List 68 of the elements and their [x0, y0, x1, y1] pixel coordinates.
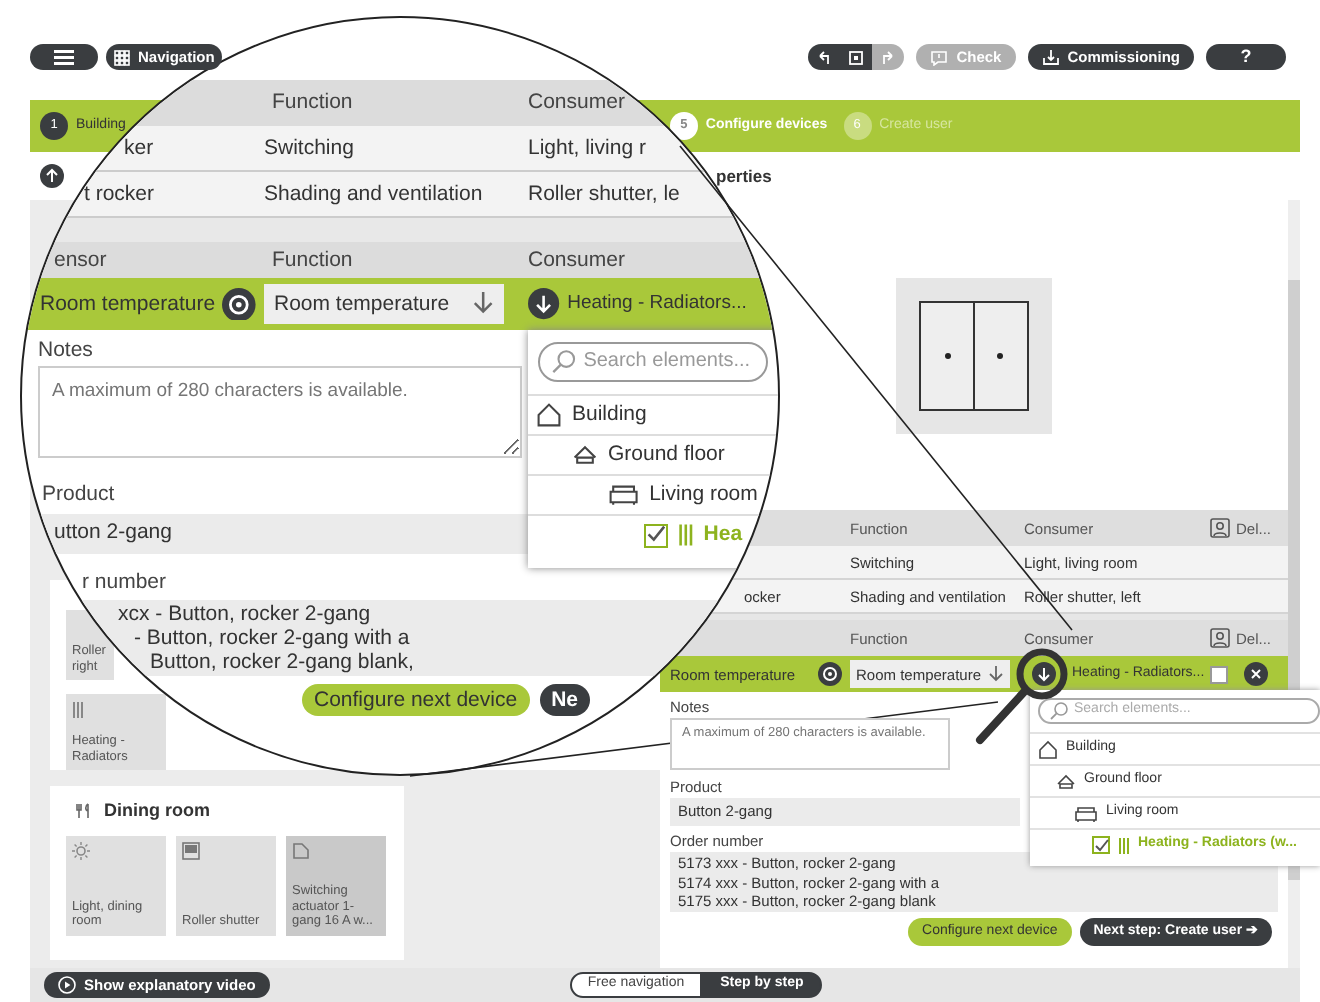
radiator-icon — [72, 700, 84, 720]
menu-button[interactable] — [30, 44, 98, 70]
house-icon — [1038, 739, 1058, 759]
person-icon — [1210, 518, 1230, 538]
history-button[interactable] — [840, 44, 873, 70]
gear-icon[interactable] — [222, 287, 256, 321]
table-cell-text: Roller shutter, le — [526, 181, 682, 207]
house-icon — [572, 442, 598, 468]
column-header: Function — [270, 90, 355, 116]
sofa-icon — [1074, 805, 1098, 821]
down-arrow-icon — [988, 666, 1004, 682]
order-line: Button, rocker 2-gang blank, — [150, 650, 414, 674]
table-cell-text: Switching — [264, 135, 356, 161]
table-cell-text: t rocker — [82, 181, 157, 207]
checkbox[interactable] — [644, 523, 668, 547]
field-label: Product — [40, 481, 117, 510]
sofa-icon — [608, 484, 640, 506]
sun-icon — [72, 841, 90, 860]
down-arrow-icon — [471, 292, 494, 316]
table-cell-text: Light, living r — [526, 135, 648, 161]
down-arrow-icon[interactable] — [1032, 662, 1056, 686]
shutter-icon — [182, 841, 200, 860]
person-icon — [1210, 628, 1230, 648]
play-icon — [58, 976, 76, 994]
close-icon[interactable] — [1244, 662, 1268, 686]
table-cell-text: Shading and ventilation — [264, 181, 485, 207]
house-icon — [536, 402, 562, 428]
column-header: Consumer — [526, 247, 627, 273]
field-label: r number — [82, 570, 167, 598]
table-cell: Heating - Radiators... — [567, 292, 747, 316]
actuator-icon — [292, 841, 310, 860]
up-arrow-icon[interactable] — [40, 164, 64, 188]
checkbox[interactable] — [1092, 836, 1110, 854]
field-label: Notes — [36, 338, 95, 366]
undo-icon — [816, 49, 833, 65]
gear-icon[interactable] — [818, 662, 842, 686]
device-icon — [848, 49, 865, 65]
room-title: Dining room — [104, 800, 210, 822]
column-header: ensor — [52, 247, 109, 273]
checkbox[interactable] — [1210, 665, 1228, 683]
order-line: - Button, rocker 2-gang with a — [134, 626, 410, 650]
history-button[interactable] — [808, 44, 841, 70]
radiator-icon — [1118, 835, 1130, 855]
check-icon — [645, 524, 667, 546]
notes-field[interactable]: A maximum of 280 characters is available. — [38, 366, 522, 458]
table-cell-text: ker — [122, 135, 156, 161]
redo-icon — [880, 49, 897, 65]
next-step-button[interactable]: Ne — [539, 684, 590, 716]
column-header: Function — [270, 247, 355, 273]
configure-next-button[interactable]: Configure next device — [302, 684, 530, 716]
column-header: Consumer — [526, 90, 627, 116]
speech-box-icon — [930, 49, 949, 65]
house-icon — [1056, 771, 1076, 791]
tree-item[interactable]: Building — [528, 394, 778, 434]
grid-icon — [114, 49, 130, 65]
search-icon — [552, 350, 576, 374]
order-line: xcx - Button, rocker 2-gang — [118, 602, 371, 626]
tray-arrow-icon — [1041, 48, 1060, 66]
tree-item[interactable]: Ground floor — [528, 434, 778, 474]
search-icon — [1050, 702, 1068, 720]
function-select[interactable]: Room temperature — [264, 284, 504, 324]
help-button[interactable]: ? — [1206, 44, 1286, 70]
cutlery-icon — [76, 801, 92, 820]
check-icon — [1093, 837, 1109, 853]
menu-icon — [54, 49, 74, 65]
radiator-icon — [678, 522, 694, 548]
tree-item[interactable]: Living room — [528, 474, 778, 514]
table-cell: Room temperature — [40, 291, 216, 317]
